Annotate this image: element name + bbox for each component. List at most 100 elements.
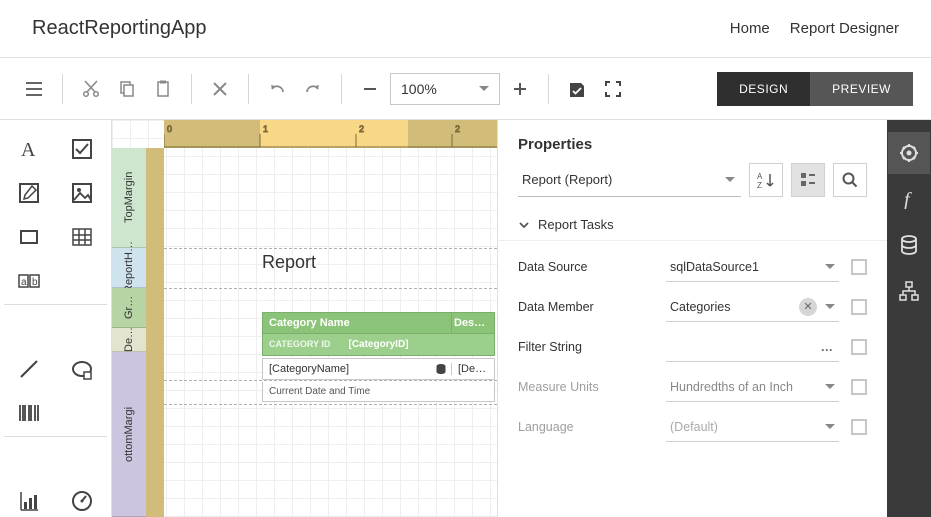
zoom-select[interactable]: 100% [390, 73, 500, 105]
search-properties-button[interactable] [833, 163, 867, 197]
validate-icon[interactable] [561, 73, 593, 105]
svg-text:A: A [21, 139, 36, 160]
gauge-tool-icon[interactable] [57, 480, 108, 517]
checkbox-tool-icon[interactable] [57, 128, 108, 170]
detail-categoryname-cell[interactable]: [CategoryName] [269, 363, 349, 375]
reportexplorer-tab-icon[interactable] [888, 270, 930, 312]
database-icon [435, 363, 447, 375]
datamember-label: Data Member [518, 300, 666, 314]
sort-alpha-button[interactable]: AZ [749, 163, 783, 197]
element-selector-label: Report (Report) [522, 172, 612, 187]
measureunits-label: Measure Units [518, 380, 666, 394]
chart-tool-icon[interactable] [4, 480, 55, 517]
datasource-value: sqlDataSource1 [670, 260, 759, 274]
language-reset[interactable] [851, 419, 867, 435]
panel-tool-icon[interactable] [4, 216, 55, 258]
undo-icon[interactable] [261, 73, 293, 105]
svg-text:0: 0 [167, 124, 172, 134]
expressions-tab-icon[interactable]: f [888, 178, 930, 220]
nav-report-designer-link[interactable]: Report Designer [790, 20, 899, 37]
hamburger-icon[interactable] [18, 73, 50, 105]
table-tool-icon[interactable] [57, 216, 108, 258]
zoom-in-icon[interactable] [504, 73, 536, 105]
categorized-button[interactable] [791, 163, 825, 197]
svg-text:b: b [32, 277, 38, 288]
language-select[interactable]: (Default) [666, 412, 839, 442]
toolbox-separator [4, 436, 107, 442]
preview-mode-button[interactable]: PREVIEW [810, 72, 913, 106]
datamember-select[interactable]: Categories ✕ [666, 292, 839, 322]
separator [62, 74, 63, 104]
ellipsis-icon: … [821, 340, 836, 354]
design-mode-button[interactable]: DESIGN [717, 72, 810, 106]
svg-text:1: 1 [263, 124, 268, 134]
zoom-value-label: 100% [401, 81, 437, 97]
properties-title: Properties [498, 120, 887, 163]
language-value: (Default) [670, 420, 718, 434]
chevron-down-icon [825, 304, 835, 309]
detail-description-cell[interactable]: [De… [451, 363, 486, 375]
toolbox-panel: A ab Σ [0, 120, 112, 517]
paste-icon[interactable] [147, 73, 179, 105]
filterstring-reset[interactable] [851, 339, 867, 355]
report-tasks-label: Report Tasks [538, 217, 614, 232]
categoryid-field[interactable]: [CategoryID] [348, 339, 408, 350]
separator [341, 74, 342, 104]
clear-icon[interactable]: ✕ [799, 298, 817, 316]
column-header-categoryname[interactable]: Category Name [263, 317, 451, 329]
main-toolbar: 100% DESIGN PREVIEW [0, 58, 931, 120]
band-bottommargin[interactable]: ottomMargi [112, 352, 146, 517]
redo-icon[interactable] [297, 73, 329, 105]
design-canvas[interactable]: 0 1 2 2 TopMargin ReportH… Gr… De… ottom… [112, 120, 497, 517]
vertical-ruler[interactable] [146, 148, 164, 517]
svg-text:A: A [757, 172, 763, 181]
band-reportheader[interactable]: ReportH… [112, 248, 146, 288]
separator [248, 74, 249, 104]
richtext-tool-icon[interactable] [4, 172, 55, 214]
group-header-table[interactable]: Category Name Des… CATEGORY ID [Category… [262, 312, 495, 358]
zoom-out-icon[interactable] [354, 73, 386, 105]
nav-home-link[interactable]: Home [730, 20, 770, 37]
horizontal-ruler[interactable]: 0 1 2 2 [164, 120, 497, 148]
fieldlist-tab-icon[interactable] [888, 224, 930, 266]
separator [191, 74, 192, 104]
band-topmargin[interactable]: TopMargin [112, 148, 146, 248]
delete-icon[interactable] [204, 73, 236, 105]
chevron-down-icon [479, 86, 489, 91]
report-title-label[interactable]: Report [262, 252, 316, 273]
report-tasks-section[interactable]: Report Tasks [518, 217, 867, 232]
measureunits-value: Hundredths of an Inch [670, 380, 793, 394]
band-groupheader[interactable]: Gr… [112, 288, 146, 328]
line-tool-icon[interactable] [4, 348, 55, 390]
chevron-down-icon [825, 424, 835, 429]
datasource-select[interactable]: sqlDataSource1 [666, 252, 839, 282]
svg-text:2: 2 [359, 124, 364, 134]
cut-icon[interactable] [75, 73, 107, 105]
element-selector[interactable]: Report (Report) [518, 163, 741, 197]
charactercomb-tool-icon[interactable]: ab [4, 260, 55, 302]
properties-panel: Properties Report (Report) AZ Report Tas… [497, 120, 887, 517]
column-header-description[interactable]: Des… [451, 313, 485, 333]
datamember-reset[interactable] [851, 299, 867, 315]
copy-icon[interactable] [111, 73, 143, 105]
band-detail[interactable]: De… [112, 328, 146, 352]
shape-tool-icon[interactable] [57, 348, 108, 390]
datamember-value: Categories [670, 300, 730, 314]
svg-text:a: a [21, 277, 27, 288]
datasource-reset[interactable] [851, 259, 867, 275]
detail-row[interactable]: [CategoryName] [De… [262, 358, 495, 380]
picturebox-tool-icon[interactable] [57, 172, 108, 214]
svg-text:Z: Z [757, 181, 762, 189]
fullscreen-icon[interactable] [597, 73, 629, 105]
app-title: ReactReportingApp [32, 17, 207, 40]
filterstring-editor[interactable]: … [666, 332, 839, 362]
chevron-down-icon [825, 264, 835, 269]
barcode-tool-icon[interactable] [4, 392, 55, 434]
properties-tab-icon[interactable] [888, 132, 930, 174]
measureunits-reset[interactable] [851, 379, 867, 395]
measureunits-select[interactable]: Hundredths of an Inch [666, 372, 839, 402]
label-tool-icon[interactable]: A [4, 128, 55, 170]
band-labels: TopMargin ReportH… Gr… De… ottomMargi [112, 148, 146, 517]
pageinfo-datetime[interactable]: Current Date and Time [262, 382, 495, 402]
filterstring-label: Filter String [518, 340, 666, 354]
